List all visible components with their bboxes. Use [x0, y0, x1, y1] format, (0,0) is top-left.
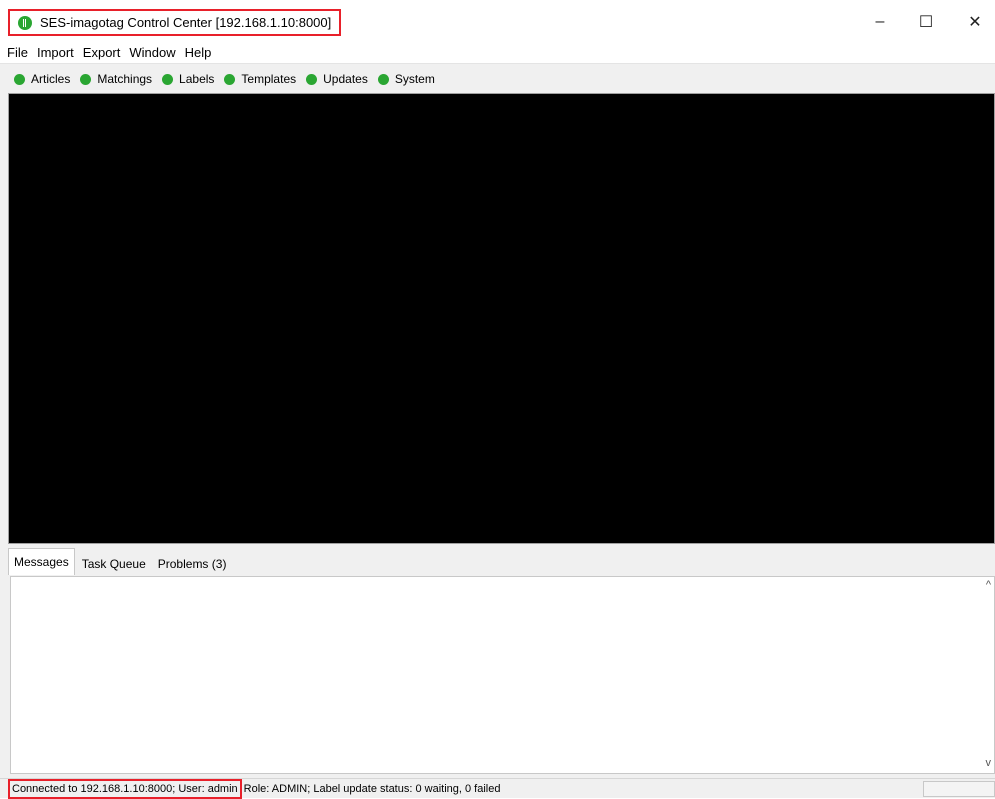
panel-tabs: Messages Task Queue Problems (3)	[8, 547, 233, 575]
toolbar-label: Updates	[323, 72, 368, 86]
toolbar-system[interactable]: System	[377, 72, 435, 86]
app-status-icon	[18, 15, 32, 30]
bottom-panel: Messages Task Queue Problems (3) ^ v	[8, 547, 995, 778]
toolbar-labels[interactable]: Labels	[162, 72, 214, 86]
toolbar-label: Matchings	[97, 72, 153, 86]
menu-import[interactable]: Import	[36, 45, 75, 60]
status-dot-icon	[306, 73, 318, 85]
toolbar-templates[interactable]: Templates	[224, 72, 296, 86]
toolbar-label: System	[394, 72, 435, 86]
menu-bar: File Import Export Window Help	[0, 42, 995, 64]
messages-list[interactable]: ^ v	[10, 576, 995, 774]
scroll-down-icon[interactable]: v	[986, 757, 992, 769]
toolbar-updates[interactable]: Updates	[306, 72, 368, 86]
app-window: SES-imagotag Control Center [192.168.1.1…	[0, 0, 995, 799]
tab-problems[interactable]: Problems (3)	[153, 553, 232, 575]
status-dot-icon	[377, 73, 389, 85]
window-title: SES-imagotag Control Center [192.168.1.1…	[40, 15, 332, 30]
toolbar-articles[interactable]: Articles	[14, 72, 70, 86]
connection-status: Connected to 192.168.1.10:8000; User: ad…	[8, 778, 242, 799]
tab-task-queue[interactable]: Task Queue	[77, 553, 151, 575]
perspective-toolbar: Articles Matchings Labels Templates Upda…	[8, 66, 994, 92]
status-dot-icon	[224, 73, 236, 85]
status-dot-icon	[162, 73, 174, 85]
status-dot-icon	[80, 73, 92, 85]
tab-messages[interactable]: Messages	[8, 548, 75, 575]
toolbar-label: Templates	[241, 72, 297, 86]
menu-file[interactable]: File	[6, 45, 29, 60]
scroll-up-icon[interactable]: ^	[986, 579, 991, 591]
toolbar-label: Labels	[179, 72, 215, 86]
minimize-button[interactable]: –	[860, 10, 900, 34]
title-highlight: SES-imagotag Control Center [192.168.1.1…	[8, 9, 342, 36]
editor-area[interactable]	[8, 93, 995, 544]
status-dot-icon	[14, 73, 25, 85]
role-status: Role: ADMIN; Label update status: 0 wait…	[243, 782, 501, 795]
maximize-button[interactable]: ☐	[906, 10, 946, 34]
menu-window[interactable]: Window	[128, 45, 176, 60]
menu-export[interactable]: Export	[82, 45, 122, 60]
status-progress-box	[923, 781, 995, 797]
close-button[interactable]: ✕	[955, 10, 995, 34]
status-bar: Connected to 192.168.1.10:8000; User: ad…	[0, 778, 995, 799]
toolbar-label: Articles	[31, 72, 71, 86]
title-bar: SES-imagotag Control Center [192.168.1.1…	[0, 0, 995, 42]
toolbar-matchings[interactable]: Matchings	[80, 72, 152, 86]
menu-help[interactable]: Help	[184, 45, 213, 60]
